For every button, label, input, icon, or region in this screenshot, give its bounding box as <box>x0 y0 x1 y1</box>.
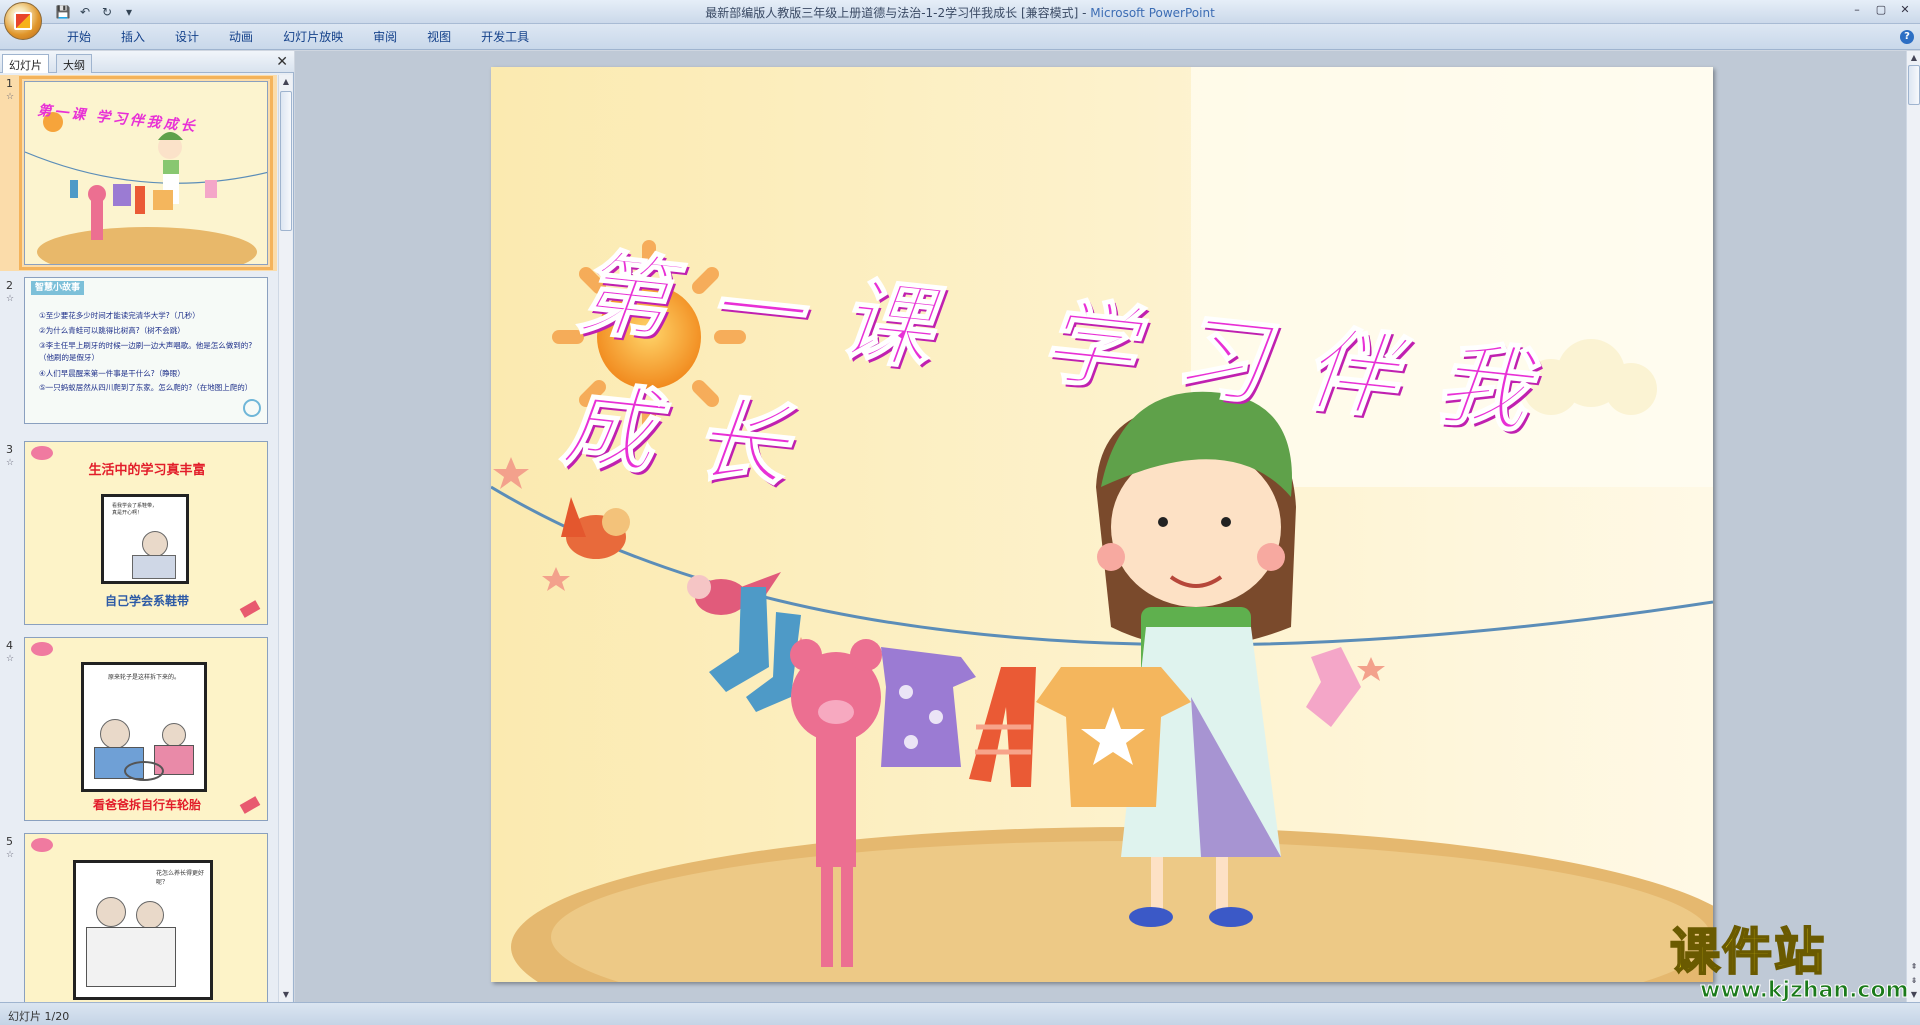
thumbnail-image: 生活中的学习真丰富 看我学会了系鞋带，真是开心啊！ 自己学会系鞋带 <box>24 441 268 625</box>
maximize-button[interactable]: ▢ <box>1870 2 1892 18</box>
minimize-button[interactable]: – <box>1846 2 1868 18</box>
scroll-thumb[interactable] <box>280 91 292 231</box>
tab-insert[interactable]: 插入 <box>106 29 160 45</box>
tab-review[interactable]: 审阅 <box>358 29 412 45</box>
thumbnail-line: ③李主任早上刷牙的时候一边刷一边大声唱歌。他是怎么做到的?（他刷的是假牙） <box>39 341 253 362</box>
flower-icon <box>31 838 53 852</box>
close-pane-icon[interactable]: ✕ <box>276 54 288 70</box>
tab-outline[interactable]: 大纲 <box>56 54 92 73</box>
office-logo-icon <box>14 12 32 30</box>
slides-pane: 幻灯片 大纲 ✕ 1 ☆ 第一课 学习伴我成长 2 ☆ 智慧小故事 ①至少要花多… <box>0 51 294 1002</box>
pane-tab-bar: 幻灯片 大纲 ✕ <box>0 51 294 73</box>
scroll-up-icon[interactable]: ▲ <box>1907 51 1920 65</box>
thumbnail-line: ①至少要花多少时间才能读完清华大学?（几秒） <box>39 311 200 320</box>
scroll-thumb[interactable] <box>1908 65 1920 105</box>
decor-icon <box>243 399 261 417</box>
slide-counter: 幻灯片 1/20 <box>8 1010 70 1023</box>
slide-thumbnail-2[interactable]: 2 ☆ 智慧小故事 ①至少要花多少时间才能读完清华大学?（几秒） ②为什么青蛙可… <box>0 277 277 437</box>
tab-design[interactable]: 设计 <box>160 29 214 45</box>
slide-thumbnail-5[interactable]: 5 ☆ 花怎么养长得更好呢？ <box>0 833 277 1002</box>
thumbnail-image: 原来轮子是这样拆下来的。 看爸爸拆自行车轮胎 <box>24 637 268 821</box>
slide-editor: 第一课 学习伴我成长 <box>295 51 1908 1002</box>
animation-star-icon: ☆ <box>6 294 15 304</box>
slide-number: 3 <box>6 443 13 456</box>
comic-bubble: 原来轮子是这样拆下来的。 <box>108 674 181 681</box>
app-name: Microsoft PowerPoint <box>1090 6 1215 20</box>
status-bar: 幻灯片 1/20 <box>0 1002 1920 1025</box>
ribbon-tab-bar: 开始 插入 设计 动画 幻灯片放映 审阅 视图 开发工具 ? <box>0 24 1920 50</box>
tab-home[interactable]: 开始 <box>52 29 106 45</box>
scroll-up-icon[interactable]: ▲ <box>279 75 293 89</box>
slide-number: 4 <box>6 639 13 652</box>
help-icon[interactable]: ? <box>1900 30 1914 44</box>
watermark: 课件站 www.kjzhan.com <box>1669 923 1910 1005</box>
animation-star-icon: ☆ <box>6 850 15 860</box>
slide-number: 5 <box>6 835 13 848</box>
flower-icon <box>31 446 53 460</box>
watermark-text: 课件站 <box>1669 923 1826 981</box>
slide-thumbnail-3[interactable]: 3 ☆ 生活中的学习真丰富 看我学会了系鞋带，真是开心啊！ 自己学会系鞋带 <box>0 441 277 629</box>
window-title: 最新部编版人教版三年级上册道德与法治-1-2学习伴我成长 [兼容模式] - Mi… <box>0 4 1920 21</box>
document-title: 最新部编版人教版三年级上册道德与法治-1-2学习伴我成长 [兼容模式] - <box>705 6 1091 20</box>
tab-view[interactable]: 视图 <box>412 29 466 45</box>
thumbnail-image: 第一课 学习伴我成长 <box>19 76 273 270</box>
window-controls: – ▢ ✕ <box>1846 2 1916 18</box>
animation-star-icon: ☆ <box>6 458 15 468</box>
comic-image: 花怎么养长得更好呢？ <box>73 860 213 1000</box>
thumbnail-caption: 自己学会系鞋带 <box>104 594 189 608</box>
comic-image: 原来轮子是这样拆下来的。 <box>81 662 207 792</box>
slide-thumbnail-4[interactable]: 4 ☆ 原来轮子是这样拆下来的。 看爸爸拆自行车轮胎 <box>0 637 277 825</box>
animation-star-icon: ☆ <box>6 654 15 664</box>
comic-bubble: 看我学会了系鞋带，真是开心啊！ <box>112 503 158 516</box>
comic-image: 看我学会了系鞋带，真是开心啊！ <box>101 494 189 584</box>
tab-slides[interactable]: 幻灯片 <box>2 54 49 73</box>
thumbnail-scrollbar[interactable]: ▲ ▼ <box>278 75 292 1002</box>
watermark-url: www.kjzhan.com <box>1700 978 1910 1003</box>
thumbnail-heading: 智慧小故事 <box>31 281 85 295</box>
office-button[interactable] <box>4 2 42 40</box>
thumbnail-line: ⑤一只蚂蚁居然从四川爬到了东家。怎么爬的?（在地图上爬的） <box>39 383 253 392</box>
thumbnail-list: 1 ☆ 第一课 学习伴我成长 2 ☆ 智慧小故事 ①至少要花多少时间才能读完清华… <box>0 75 277 1002</box>
thumbnail-image: 花怎么养长得更好呢？ <box>24 833 268 1002</box>
editor-scrollbar[interactable]: ▲ ⇞ ⇟ ▼ <box>1906 51 1920 1002</box>
close-button[interactable]: ✕ <box>1894 2 1916 18</box>
current-slide[interactable]: 第一课 学习伴我成长 <box>491 67 1713 982</box>
thumbnail-image: 智慧小故事 ①至少要花多少时间才能读完清华大学?（几秒） ②为什么青蛙可以跳得比… <box>24 277 268 424</box>
tab-slide-show[interactable]: 幻灯片放映 <box>268 29 358 45</box>
slide-number: 2 <box>6 279 13 292</box>
thumbnail-caption: 看爸爸拆自行车轮胎 <box>92 798 201 812</box>
tab-animations[interactable]: 动画 <box>214 29 268 45</box>
comic-bubble: 花怎么养长得更好呢？ <box>156 870 205 886</box>
thumbnail-line: ④人们早晨醒来第一件事是干什么?（睁眼） <box>39 369 185 378</box>
title-bar: 💾 ↶ ↻ ▾ 最新部编版人教版三年级上册道德与法治-1-2学习伴我成长 [兼容… <box>0 0 1920 24</box>
slide-thumbnail-1[interactable]: 1 ☆ 第一课 学习伴我成长 <box>0 75 277 271</box>
animation-star-icon: ☆ <box>6 92 15 102</box>
tab-developer[interactable]: 开发工具 <box>466 29 544 45</box>
slide-number: 1 <box>6 77 13 90</box>
thumbnail-title: 生活中的学习真丰富 <box>88 463 206 478</box>
thumbnail-line: ②为什么青蛙可以跳得比树高?（树不会跳） <box>39 326 185 335</box>
flower-icon <box>31 642 53 656</box>
scroll-down-icon[interactable]: ▼ <box>279 988 293 1002</box>
